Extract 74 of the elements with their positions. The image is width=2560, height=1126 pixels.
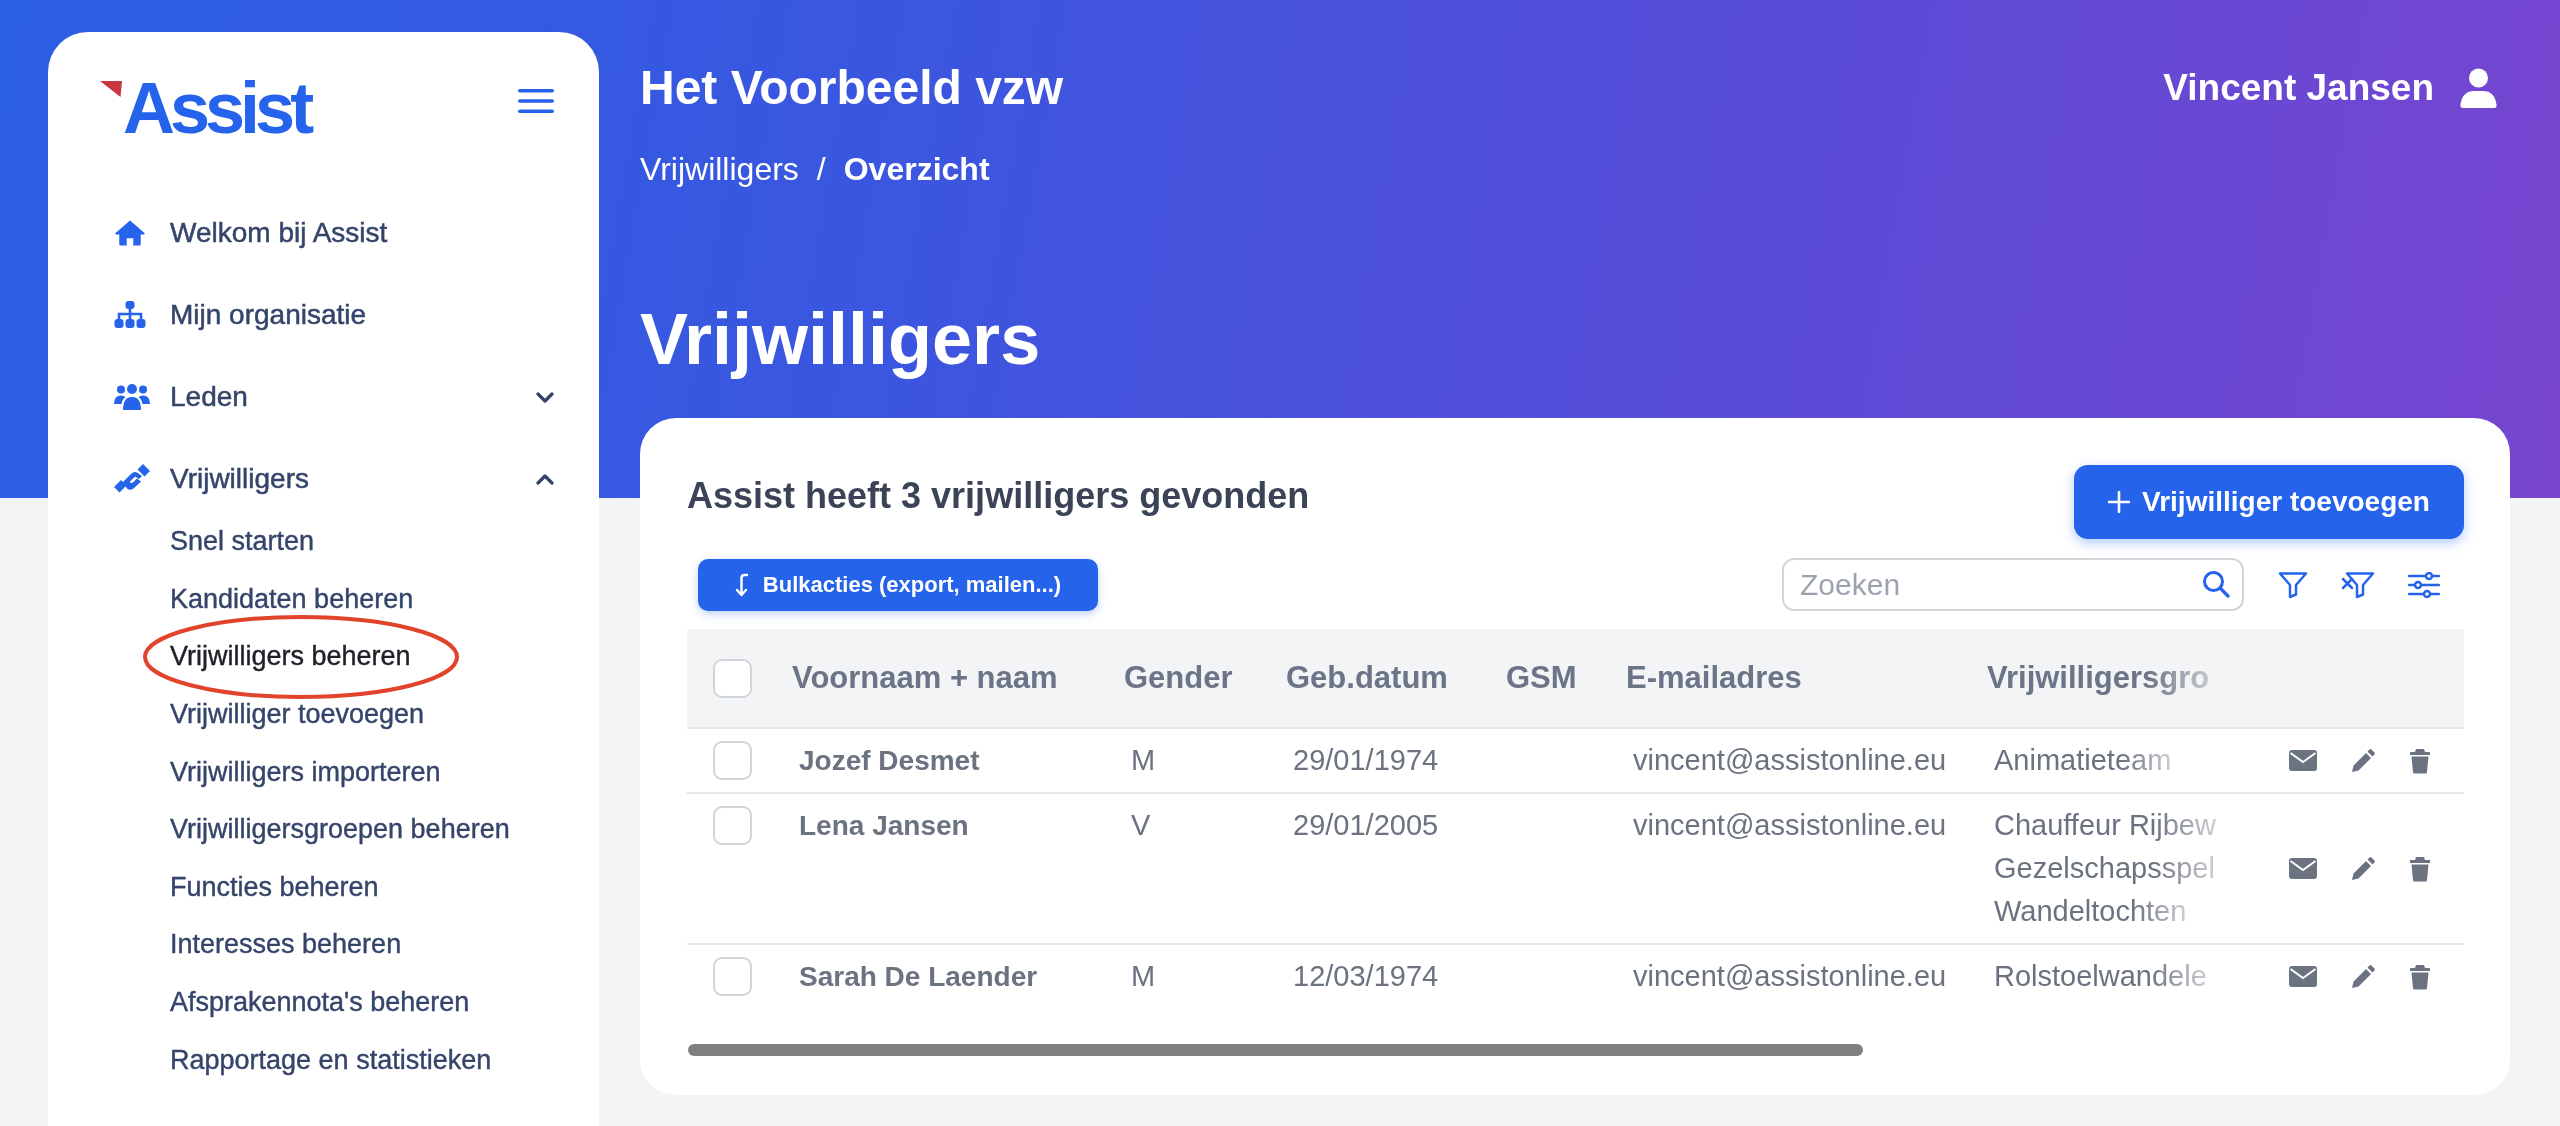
sitemap-icon — [114, 301, 146, 329]
birth-date: 29/01/1974 — [1293, 743, 1439, 778]
pencil-icon[interactable] — [2351, 964, 2375, 989]
plus-icon — [2108, 491, 2131, 513]
search-field[interactable]: Zoeken — [1782, 558, 2244, 611]
row-checkbox[interactable] — [713, 741, 752, 780]
volunteer-name: Jozef Desmet — [799, 744, 980, 778]
group-name: Wandeltochten — [1994, 894, 2187, 929]
nav-subitem[interactable]: Vrijwilligersgroepen beheren — [170, 814, 510, 846]
row-checkbox[interactable] — [713, 957, 752, 996]
user-icon — [2460, 68, 2497, 108]
horizontal-scrollbar[interactable] — [688, 1044, 1863, 1056]
email-address: vincent@assistonline.eu — [1633, 959, 1947, 994]
search-icon[interactable] — [2202, 570, 2230, 598]
group-name: Rolstoelwandele — [1994, 959, 2207, 994]
column-header: E-mailadres — [1626, 660, 1802, 696]
add-volunteer-button[interactable]: Vrijwilliger toevoegen — [2074, 465, 2464, 539]
handshake-icon — [114, 464, 150, 494]
group-name: Gezelschapsspel — [1994, 851, 2215, 886]
home-icon — [114, 219, 146, 247]
column-header: Geb.datum — [1286, 660, 1448, 696]
breadcrumb-link[interactable]: Vrijwilligers — [640, 149, 799, 189]
envelope-icon[interactable] — [2289, 750, 2317, 771]
trash-icon[interactable] — [2409, 747, 2431, 774]
nav-subitem[interactable]: Afsprakennota's beheren — [170, 987, 470, 1019]
email-address: vincent@assistonline.eu — [1633, 743, 1947, 778]
users-icon — [114, 383, 150, 411]
nav-subitem[interactable]: Rapportage en statistieken — [170, 1044, 492, 1076]
funnel-x-icon[interactable] — [2341, 570, 2375, 599]
trash-icon[interactable] — [2409, 855, 2431, 882]
group-name: Chauffeur Rijbew — [1994, 808, 2216, 843]
breadcrumb-current: Overzicht — [843, 150, 990, 189]
organization-name: Het Voorbeeld vzw — [640, 60, 1064, 116]
column-header: Voornaam + naam — [792, 660, 1058, 696]
breadcrumb-separator: / — [816, 150, 826, 189]
row-checkbox[interactable] — [713, 806, 752, 845]
bulk-actions-button[interactable]: Bulkacties (export, mailen...) — [698, 558, 1098, 611]
nav-item[interactable]: Leden — [100, 356, 554, 438]
gender-value: M — [1131, 959, 1156, 994]
envelope-icon[interactable] — [2289, 966, 2317, 987]
select-all-checkbox[interactable] — [713, 658, 752, 698]
nav-item[interactable]: Welkom bij Assist — [100, 192, 554, 274]
nav-subitem[interactable]: Snel starten — [170, 526, 315, 558]
arrow-down-icon — [734, 572, 749, 597]
email-address: vincent@assistonline.eu — [1633, 808, 1947, 843]
nav-subitem[interactable]: Vrijwilliger toevoegen — [170, 699, 425, 731]
nav-item[interactable]: Vrijwilligers — [100, 438, 554, 520]
user-menu[interactable]: Vincent Jansen — [2163, 66, 2497, 110]
menu-icon[interactable] — [518, 88, 554, 114]
page-title: Vrijwilligers — [640, 298, 1041, 381]
volunteer-name: Sarah De Laender — [799, 960, 1038, 994]
trash-icon[interactable] — [2409, 963, 2431, 990]
nav-subitem[interactable]: Functies beheren — [170, 871, 379, 903]
pencil-icon[interactable] — [2351, 748, 2375, 773]
gender-value: M — [1131, 743, 1156, 778]
nav-subitem[interactable]: Interesses beheren — [170, 929, 402, 961]
volunteer-name: Lena Jansen — [799, 809, 969, 843]
group-name: Animatieteam — [1994, 743, 2172, 778]
column-header: GSM — [1506, 660, 1577, 696]
gender-value: V — [1131, 808, 1151, 843]
logo-triangle-icon — [100, 81, 122, 97]
nav-subitem[interactable]: Vrijwilligers importeren — [170, 756, 441, 788]
pencil-icon[interactable] — [2351, 856, 2375, 881]
column-header: Gender — [1124, 660, 1233, 696]
nav-subitem[interactable]: Kandidaten beheren — [170, 583, 414, 615]
filter-icon[interactable] — [2278, 570, 2308, 599]
birth-date: 12/03/1974 — [1293, 959, 1439, 994]
results-title: Assist heeft 3 vrijwilligers gevonden — [687, 474, 1310, 518]
nav-item[interactable]: Mijn organisatie — [100, 274, 554, 356]
envelope-icon[interactable] — [2289, 858, 2317, 879]
column-header: Vrijwilligersgro — [1987, 660, 2210, 696]
birth-date: 29/01/2005 — [1293, 808, 1439, 843]
sliders-icon[interactable] — [2408, 571, 2440, 598]
logo-wordmark: Assist — [123, 72, 311, 144]
